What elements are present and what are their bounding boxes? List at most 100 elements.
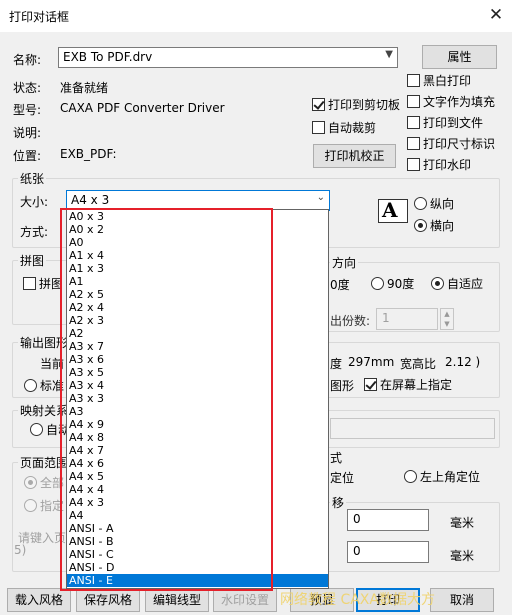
checkbox-box: [407, 158, 420, 171]
tiling-checkbox-label: 拼图: [39, 277, 64, 291]
output-standard-radio[interactable]: 标准: [24, 377, 64, 394]
paper-size-option[interactable]: ANSI - C: [67, 548, 328, 561]
paper-size-option[interactable]: A4 x 4: [67, 483, 328, 496]
paper-size-option[interactable]: A1 x 4: [67, 249, 328, 262]
radio-circle: [414, 197, 427, 210]
paper-size-option[interactable]: A2 x 3: [67, 314, 328, 327]
checkbox-box: [407, 74, 420, 87]
orientation-preview-icon: A: [378, 198, 408, 223]
auto-crop-label: 自动裁剪: [328, 121, 377, 135]
checkbox-box: [407, 116, 420, 129]
tiling-checkbox[interactable]: 拼图: [23, 275, 63, 292]
paper-size-option[interactable]: A4 x 8: [67, 431, 328, 444]
print-to-file-checkbox[interactable]: 打印到文件: [407, 114, 483, 131]
landscape-radio[interactable]: 横向: [414, 217, 454, 234]
print-button[interactable]: 打印: [356, 588, 420, 612]
mapping-select[interactable]: [330, 418, 495, 439]
print-to-clipboard-checkbox[interactable]: 打印到剪切板: [312, 96, 400, 113]
paper-size-option[interactable]: ANSI - D: [67, 561, 328, 574]
monochrome-checkbox[interactable]: 黑白打印: [407, 72, 471, 89]
paper-size-option[interactable]: A3 x 6: [67, 353, 328, 366]
print-dim-marks-checkbox[interactable]: 打印尺寸标识: [407, 135, 495, 152]
window-title: 打印对话框: [9, 10, 70, 24]
paper-size-option[interactable]: A4 x 3: [67, 496, 328, 509]
paper-size-option[interactable]: A3 x 7: [67, 340, 328, 353]
paper-size-option[interactable]: A3 x 5: [67, 366, 328, 379]
monochrome-label: 黑白打印: [423, 74, 472, 88]
paper-size-select[interactable]: A4 x 3 ⌄: [66, 190, 330, 211]
radio-circle: [30, 423, 43, 436]
text-as-fill-checkbox[interactable]: 文字作为填充: [407, 93, 495, 110]
output-standard-label: 标准: [40, 379, 65, 393]
edit-linetype-button[interactable]: 编辑线型: [145, 588, 209, 612]
mapping-auto-radio[interactable]: 自动: [30, 421, 70, 438]
print-to-file-label: 打印到文件: [423, 116, 484, 130]
printer-name-select[interactable]: EXB To PDF.drv ▼: [58, 47, 398, 68]
paper-size-option[interactable]: ANSI - A: [67, 522, 328, 535]
paper-method-label: 方式:: [20, 225, 49, 239]
paper-size-option[interactable]: A4 x 7: [67, 444, 328, 457]
paper-size-option[interactable]: ANSI - B: [67, 535, 328, 548]
landscape-label: 横向: [430, 219, 455, 233]
paper-size-dropdown-list[interactable]: A0 x 3 A0 x 2 A0 A1 x 4 A1 x 3 A1 A2 x 5 A2 x 4…: [66, 209, 329, 589]
orientation-letter: A: [382, 198, 398, 222]
checkbox-box: [407, 137, 420, 150]
top-left-radio[interactable]: 左上角定位: [404, 468, 480, 485]
offset-group-label: 移: [330, 494, 347, 511]
paper-size-option[interactable]: A2 x 5: [67, 288, 328, 301]
title-bar: [0, 0, 512, 32]
paper-size-option[interactable]: A3: [67, 405, 328, 418]
paper-size-option[interactable]: A3 x 4: [67, 379, 328, 392]
load-style-button[interactable]: 载入风格: [7, 588, 71, 612]
desc-label: 说明:: [13, 126, 42, 140]
calibrate-button[interactable]: 打印机校正: [313, 144, 396, 168]
output-group-label: 输出图形: [18, 334, 71, 351]
paper-size-option[interactable]: A1: [67, 275, 328, 288]
print-to-clipboard-label: 打印到剪切板: [328, 98, 401, 112]
properties-button[interactable]: 属性: [422, 45, 497, 69]
offset-y-unit: 毫米: [450, 549, 475, 563]
watermark-settings-button[interactable]: 水印设置: [213, 588, 277, 612]
deg90-radio[interactable]: 90度: [371, 275, 414, 292]
paper-size-option[interactable]: A4 x 5: [67, 470, 328, 483]
radio-circle: [24, 499, 37, 512]
paper-size-option[interactable]: A0 x 3: [67, 210, 328, 223]
save-style-button[interactable]: 保存风格: [76, 588, 140, 612]
radio-circle: [431, 277, 444, 290]
chevron-down-icon: ▼: [385, 49, 393, 60]
paper-size-option[interactable]: A1 x 3: [67, 262, 328, 275]
copies-spinner-icon[interactable]: ▲ ▼: [440, 308, 454, 330]
offset-x-input[interactable]: 0: [347, 509, 429, 531]
paper-size-option[interactable]: A2 x 4: [67, 301, 328, 314]
paper-size-label: 大小:: [20, 195, 49, 209]
paper-size-option[interactable]: ANSI - E: [67, 574, 328, 587]
preview-button[interactable]: 预显: [290, 588, 354, 612]
page-range-specify-radio[interactable]: 指定: [24, 497, 64, 514]
close-icon[interactable]: ✕: [485, 2, 507, 28]
checkbox-box: [407, 95, 420, 108]
paper-size-option[interactable]: A0: [67, 236, 328, 249]
paper-size-option[interactable]: A4: [67, 509, 328, 522]
deg0-label: 0度: [330, 278, 350, 292]
page-range-all-radio[interactable]: 全部: [24, 474, 64, 491]
offset-y-input[interactable]: 0: [347, 541, 429, 563]
tiling-group-label: 拼图: [18, 252, 47, 269]
specify-on-screen-checkbox[interactable]: 在屏幕上指定: [364, 376, 452, 393]
paper-size-option[interactable]: A3 x 3: [67, 392, 328, 405]
copies-input[interactable]: 1: [376, 308, 438, 330]
output-graphic-label: 图形: [330, 379, 355, 393]
page-range-hint-2: 5): [14, 543, 27, 557]
paper-size-option[interactable]: A2: [67, 327, 328, 340]
paper-size-option[interactable]: A0 x 2: [67, 223, 328, 236]
paper-size-option[interactable]: A4 x 6: [67, 457, 328, 470]
print-watermark-checkbox[interactable]: 打印水印: [407, 156, 471, 173]
direction-group-label: 方向: [330, 254, 359, 271]
paper-size-option[interactable]: A4 x 9: [67, 418, 328, 431]
status-label: 状态:: [13, 81, 42, 95]
cancel-button[interactable]: 取消: [430, 588, 494, 612]
auto-crop-checkbox[interactable]: 自动裁剪: [312, 119, 376, 136]
adaptive-radio[interactable]: 自适应: [431, 275, 483, 292]
page-range-group-label: 页面范围: [18, 454, 71, 471]
portrait-radio[interactable]: 纵向: [414, 195, 454, 212]
checkbox-box: [364, 378, 377, 391]
